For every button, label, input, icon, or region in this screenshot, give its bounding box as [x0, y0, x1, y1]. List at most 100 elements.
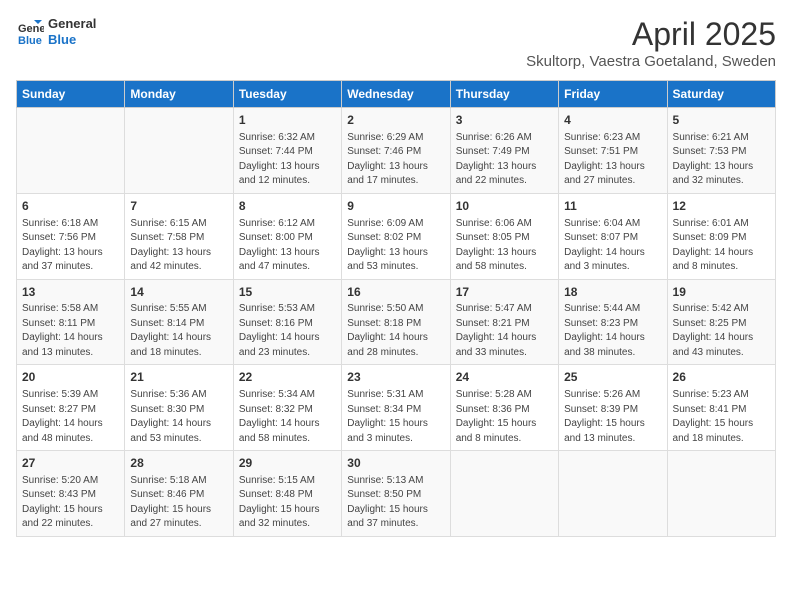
- day-info: Sunrise: 6:21 AM Sunset: 7:53 PM Dayligh…: [673, 131, 770, 189]
- calendar-week-row: 13Sunrise: 5:58 AM Sunset: 8:11 PM Dayli…: [17, 279, 776, 365]
- calendar-cell: 10 Sunrise: 6:06 AM Sunset: 8:05 PM Dayli…: [450, 193, 558, 279]
- title-area: April 2025 Skultorp, Vaestra Goetaland, …: [526, 16, 776, 70]
- calendar-cell: 25 Sunrise: 5:26 AM Sunset: 8:39 PM Dayli…: [559, 365, 667, 451]
- calendar-cell: 30 Sunrise: 5:13 AM Sunset: 8:50 PM Dayli…: [342, 451, 450, 537]
- calendar-cell: 15Sunrise: 5:53 AM Sunset: 8:16 PM Dayli…: [233, 279, 341, 365]
- calendar-cell: [125, 108, 233, 194]
- day-info: Sunrise: 5:47 AM Sunset: 8:21 PM Dayligh…: [456, 302, 553, 360]
- day-number: 18: [564, 284, 661, 301]
- weekday-header-sunday: Sunday: [17, 81, 125, 108]
- day-info: Sunrise: 6:12 AM Sunset: 8:00 PM Dayligh…: [239, 217, 336, 275]
- weekday-header-wednesday: Wednesday: [342, 81, 450, 108]
- day-info: Sunrise: 5:26 AM Sunset: 8:39 PM Dayligh…: [564, 388, 661, 446]
- day-info: Sunrise: 5:15 AM Sunset: 8:48 PM Dayligh…: [239, 474, 336, 532]
- calendar-week-row: 6 Sunrise: 6:18 AM Sunset: 7:56 PM Daylig…: [17, 193, 776, 279]
- day-info: Sunrise: 6:06 AM Sunset: 8:05 PM Dayligh…: [456, 217, 553, 275]
- day-info: Sunrise: 6:23 AM Sunset: 7:51 PM Dayligh…: [564, 131, 661, 189]
- day-info: Sunrise: 5:50 AM Sunset: 8:18 PM Dayligh…: [347, 302, 444, 360]
- day-number: 3: [456, 112, 553, 129]
- day-info: Sunrise: 6:18 AM Sunset: 7:56 PM Dayligh…: [22, 217, 119, 275]
- day-info: Sunrise: 5:55 AM Sunset: 8:14 PM Dayligh…: [130, 302, 227, 360]
- calendar-cell: 2 Sunrise: 6:29 AM Sunset: 7:46 PM Daylig…: [342, 108, 450, 194]
- weekday-header-thursday: Thursday: [450, 81, 558, 108]
- calendar-cell: 1 Sunrise: 6:32 AM Sunset: 7:44 PM Daylig…: [233, 108, 341, 194]
- calendar-cell: 16Sunrise: 5:50 AM Sunset: 8:18 PM Dayli…: [342, 279, 450, 365]
- calendar-week-row: 1 Sunrise: 6:32 AM Sunset: 7:44 PM Daylig…: [17, 108, 776, 194]
- weekday-header-friday: Friday: [559, 81, 667, 108]
- day-info: Sunrise: 5:34 AM Sunset: 8:32 PM Dayligh…: [239, 388, 336, 446]
- day-info: Sunrise: 5:13 AM Sunset: 8:50 PM Dayligh…: [347, 474, 444, 532]
- day-info: Sunrise: 6:32 AM Sunset: 7:44 PM Dayligh…: [239, 131, 336, 189]
- day-number: 9: [347, 198, 444, 215]
- day-info: Sunrise: 5:31 AM Sunset: 8:34 PM Dayligh…: [347, 388, 444, 446]
- day-number: 28: [130, 455, 227, 472]
- day-info: Sunrise: 5:18 AM Sunset: 8:46 PM Dayligh…: [130, 474, 227, 532]
- day-info: Sunrise: 5:39 AM Sunset: 8:27 PM Dayligh…: [22, 388, 119, 446]
- day-number: 27: [22, 455, 119, 472]
- calendar-cell: [450, 451, 558, 537]
- day-number: 1: [239, 112, 336, 129]
- calendar-cell: 8 Sunrise: 6:12 AM Sunset: 8:00 PM Daylig…: [233, 193, 341, 279]
- day-number: 5: [673, 112, 770, 129]
- calendar-cell: 3 Sunrise: 6:26 AM Sunset: 7:49 PM Daylig…: [450, 108, 558, 194]
- day-number: 6: [22, 198, 119, 215]
- day-info: Sunrise: 6:29 AM Sunset: 7:46 PM Dayligh…: [347, 131, 444, 189]
- calendar-cell: [17, 108, 125, 194]
- calendar-cell: 26Sunrise: 5:23 AM Sunset: 8:41 PM Dayli…: [667, 365, 775, 451]
- calendar-cell: [559, 451, 667, 537]
- calendar-cell: 18Sunrise: 5:44 AM Sunset: 8:23 PM Dayli…: [559, 279, 667, 365]
- day-info: Sunrise: 5:28 AM Sunset: 8:36 PM Dayligh…: [456, 388, 553, 446]
- day-info: Sunrise: 6:26 AM Sunset: 7:49 PM Dayligh…: [456, 131, 553, 189]
- day-number: 11: [564, 198, 661, 215]
- day-info: Sunrise: 5:58 AM Sunset: 8:11 PM Dayligh…: [22, 302, 119, 360]
- weekday-header-tuesday: Tuesday: [233, 81, 341, 108]
- calendar-cell: 22 Sunrise: 5:34 AM Sunset: 8:32 PM Dayli…: [233, 365, 341, 451]
- calendar-cell: 9Sunrise: 6:09 AM Sunset: 8:02 PM Daylig…: [342, 193, 450, 279]
- calendar-cell: 19Sunrise: 5:42 AM Sunset: 8:25 PM Dayli…: [667, 279, 775, 365]
- day-info: Sunrise: 5:36 AM Sunset: 8:30 PM Dayligh…: [130, 388, 227, 446]
- day-number: 24: [456, 369, 553, 386]
- svg-text:Blue: Blue: [18, 35, 42, 46]
- day-number: 30: [347, 455, 444, 472]
- day-number: 16: [347, 284, 444, 301]
- calendar-cell: 23 Sunrise: 5:31 AM Sunset: 8:34 PM Dayli…: [342, 365, 450, 451]
- calendar-cell: 20Sunrise: 5:39 AM Sunset: 8:27 PM Dayli…: [17, 365, 125, 451]
- day-number: 7: [130, 198, 227, 215]
- day-number: 13: [22, 284, 119, 301]
- calendar-cell: 5 Sunrise: 6:21 AM Sunset: 7:53 PM Daylig…: [667, 108, 775, 194]
- weekday-header-row: SundayMondayTuesdayWednesdayThursdayFrid…: [17, 81, 776, 108]
- calendar-cell: 24 Sunrise: 5:28 AM Sunset: 8:36 PM Dayli…: [450, 365, 558, 451]
- calendar-week-row: 27Sunrise: 5:20 AM Sunset: 8:43 PM Dayli…: [17, 451, 776, 537]
- day-info: Sunrise: 5:23 AM Sunset: 8:41 PM Dayligh…: [673, 388, 770, 446]
- logo-icon: General Blue: [16, 18, 44, 46]
- main-title: April 2025: [526, 16, 776, 53]
- day-info: Sunrise: 5:53 AM Sunset: 8:16 PM Dayligh…: [239, 302, 336, 360]
- day-number: 23: [347, 369, 444, 386]
- day-info: Sunrise: 6:01 AM Sunset: 8:09 PM Dayligh…: [673, 217, 770, 275]
- day-number: 4: [564, 112, 661, 129]
- day-number: 29: [239, 455, 336, 472]
- page-header: General Blue General Blue April 2025 Sku…: [16, 16, 776, 70]
- day-number: 21: [130, 369, 227, 386]
- calendar-cell: [667, 451, 775, 537]
- day-number: 22: [239, 369, 336, 386]
- calendar-cell: 29 Sunrise: 5:15 AM Sunset: 8:48 PM Dayli…: [233, 451, 341, 537]
- calendar-table: SundayMondayTuesdayWednesdayThursdayFrid…: [16, 80, 776, 537]
- calendar-cell: 14Sunrise: 5:55 AM Sunset: 8:14 PM Dayli…: [125, 279, 233, 365]
- subtitle: Skultorp, Vaestra Goetaland, Sweden: [526, 53, 776, 70]
- weekday-header-monday: Monday: [125, 81, 233, 108]
- logo: General Blue General Blue: [16, 16, 96, 47]
- day-number: 12: [673, 198, 770, 215]
- day-number: 14: [130, 284, 227, 301]
- calendar-cell: 4 Sunrise: 6:23 AM Sunset: 7:51 PM Daylig…: [559, 108, 667, 194]
- calendar-cell: 27Sunrise: 5:20 AM Sunset: 8:43 PM Dayli…: [17, 451, 125, 537]
- calendar-week-row: 20Sunrise: 5:39 AM Sunset: 8:27 PM Dayli…: [17, 365, 776, 451]
- calendar-cell: 11Sunrise: 6:04 AM Sunset: 8:07 PM Dayli…: [559, 193, 667, 279]
- day-number: 10: [456, 198, 553, 215]
- day-number: 2: [347, 112, 444, 129]
- weekday-header-saturday: Saturday: [667, 81, 775, 108]
- day-info: Sunrise: 5:44 AM Sunset: 8:23 PM Dayligh…: [564, 302, 661, 360]
- day-number: 17: [456, 284, 553, 301]
- day-number: 8: [239, 198, 336, 215]
- day-number: 25: [564, 369, 661, 386]
